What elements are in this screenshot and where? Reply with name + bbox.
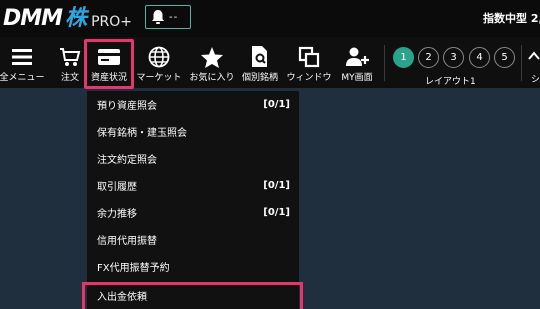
toolbar-stock[interactable]: 個別銘柄 xyxy=(238,37,282,88)
hamburger-icon xyxy=(12,49,32,65)
toolbar-order[interactable]: 注文 xyxy=(55,37,85,88)
document-search-icon xyxy=(252,46,267,67)
globe-icon xyxy=(148,46,170,68)
toolbar-favorites[interactable]: お気に入り xyxy=(187,37,237,88)
menu-item-margin-substitute-transfer[interactable]: 信用代用振替 xyxy=(87,226,299,253)
notification-count: -- xyxy=(169,11,179,23)
asset-status-menu: 預り資産照会 [0/1] 保有銘柄・建玉照会 注文約定照会 取引履歴 [0/1]… xyxy=(87,91,299,309)
menu-item-label: FX代用振替予約 xyxy=(97,263,170,274)
cart-icon xyxy=(60,48,81,66)
index-ticker: 指数中型 2,8 xyxy=(483,12,540,25)
menu-item-fx-substitute-transfer[interactable]: FX代用振替予約 xyxy=(87,253,299,280)
toolbar-market[interactable]: マーケット xyxy=(134,37,184,88)
menu-item-count: [0/1] xyxy=(263,180,290,191)
menu-item-holdings-inquiry[interactable]: 保有銘柄・建玉照会 xyxy=(87,118,299,145)
menu-item-deposit-inquiry[interactable]: 預り資産照会 [0/1] xyxy=(87,91,299,118)
layout-button-3[interactable]: 3 xyxy=(443,47,464,68)
toolbar-label: 個別銘柄 xyxy=(241,73,278,83)
bell-icon xyxy=(152,10,164,24)
toolbar-window[interactable]: ウィンドウ xyxy=(284,37,334,88)
menu-item-count: [0/1] xyxy=(263,207,290,218)
menu-item-trade-history[interactable]: 取引履歴 [0/1] xyxy=(87,172,299,199)
star-icon xyxy=(201,46,223,68)
toolbar-divider xyxy=(384,45,385,81)
top-bar: DMM 株 PRO+ -- 指数中型 2,8 xyxy=(0,0,540,37)
toolbar-label: マーケット xyxy=(136,73,182,83)
logo-kabu: 株 xyxy=(65,6,88,31)
toolbar-label: 注文 xyxy=(60,73,79,83)
assets-highlight-frame xyxy=(84,39,134,89)
main-toolbar: 全メニュー 注文 資産状況 マーケット お気に入り 個別銘柄 ウィンドウ MY画… xyxy=(0,37,540,88)
toolbar-all-menu[interactable]: 全メニュー xyxy=(0,37,45,88)
layout-button-2[interactable]: 2 xyxy=(418,47,439,68)
toolbar-my-screen[interactable]: MY画面 xyxy=(337,37,377,88)
chevron-up-icon[interactable] xyxy=(528,51,540,61)
logo-pro: PRO+ xyxy=(91,14,132,30)
logo-dmm: DMM xyxy=(3,6,63,31)
toolbar-label: ウィンドウ xyxy=(286,73,332,83)
toolbar-label: お気に入り xyxy=(189,73,235,83)
deposit-withdrawal-highlight-frame xyxy=(82,282,303,309)
layout-button-1[interactable]: 1 xyxy=(393,47,414,68)
notification-button[interactable]: -- xyxy=(145,5,191,29)
user-add-icon xyxy=(346,47,369,66)
app-logo: DMM 株 PRO+ xyxy=(3,3,132,33)
menu-item-label: 預り資産照会 xyxy=(97,101,157,112)
menu-item-label: 注文約定照会 xyxy=(97,155,157,166)
windows-icon xyxy=(298,46,320,68)
layout-button-5[interactable]: 5 xyxy=(494,47,515,68)
layout-button-4[interactable]: 4 xyxy=(469,47,490,68)
menu-item-label: 取引履歴 xyxy=(97,182,137,193)
menu-item-capacity-history[interactable]: 余力推移 [0/1] xyxy=(87,199,299,226)
toolbar-next-label: シ xyxy=(531,75,540,85)
layout-label: レイアウト1 xyxy=(425,77,476,87)
menu-item-count: [0/1] xyxy=(263,99,290,110)
menu-item-order-execution-inquiry[interactable]: 注文約定照会 xyxy=(87,145,299,172)
toolbar-divider xyxy=(521,45,522,81)
menu-item-label: 信用代用振替 xyxy=(97,236,157,247)
toolbar-label: 全メニュー xyxy=(0,73,45,83)
menu-item-label: 余力推移 xyxy=(97,209,137,220)
menu-item-label: 保有銘柄・建玉照会 xyxy=(97,128,187,139)
toolbar-label: MY画面 xyxy=(341,73,373,83)
